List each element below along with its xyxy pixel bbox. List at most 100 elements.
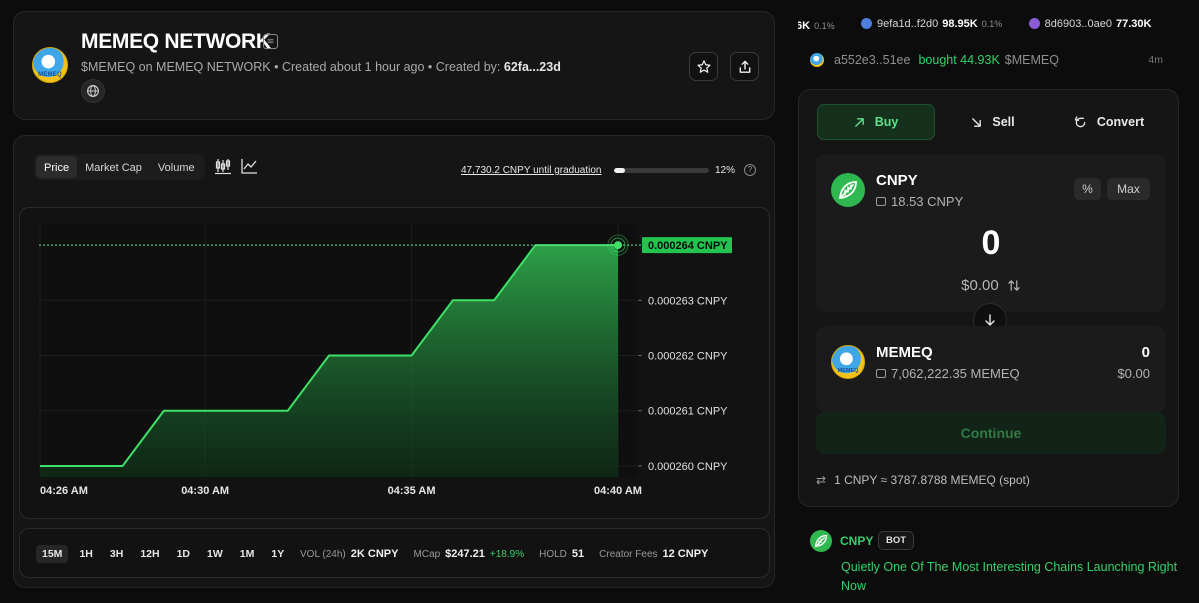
token-stats: VOL (24h) 2K CNPY MCap $247.21 +18.9% HO…	[300, 548, 723, 560]
cnpy-leaf-icon	[838, 181, 857, 200]
graduation-percent: 12%	[715, 165, 736, 176]
y-tick-label: 0.000262 CNPY	[648, 351, 728, 363]
ticker-item[interactable]: 9efa1d..f2d0 98.95K 0.1%	[861, 18, 1002, 30]
current-price-label: 0.000264 CNPY	[648, 240, 728, 252]
created-text: • Created about 1 hour ago • Created by:	[274, 60, 501, 74]
token-avatar-icon	[810, 53, 824, 67]
pay-token-symbol: CNPY	[876, 172, 918, 189]
timeframe-1d[interactable]: 1D	[171, 545, 196, 563]
help-icon[interactable]: ?	[744, 164, 756, 176]
swap-units-icon[interactable]	[1007, 279, 1021, 292]
receive-amount: 0	[1141, 344, 1150, 361]
token-logo: MEMEQ	[32, 47, 68, 83]
candlestick-chart-button[interactable]	[214, 157, 234, 177]
mcap-label: MCap	[413, 549, 441, 560]
price-chart-svg[interactable]: 0.000263 CNPY 0.000262 CNPY 0.000261 CNPY 0…	[20, 208, 771, 520]
line-chart-icon	[241, 159, 257, 174]
bot-badge: BOT	[878, 531, 915, 550]
feed-author: CNPY	[840, 534, 874, 548]
memeq-logo: MEMEQ	[831, 345, 865, 379]
receive-token-symbol: MEMEQ	[876, 344, 933, 361]
current-price-dot	[614, 241, 622, 250]
cnpy-leaf-icon	[814, 534, 828, 548]
chart-metric-tabs: Price Market Cap Volume	[34, 154, 205, 180]
creator-fees-label: Creator Fees	[599, 549, 658, 560]
timeframe-selector: 15M 1H 3H 12H 1D 1W 1M 1Y	[36, 545, 295, 563]
graduation-progress-bar	[614, 168, 709, 173]
pay-input-box: CNPY 18.53 CNPY % Max 0 $0.00	[816, 154, 1166, 312]
trade-time: 4m	[1148, 54, 1163, 66]
price-chart[interactable]: 0.000263 CNPY 0.000262 CNPY 0.000261 CNPY 0…	[19, 207, 770, 519]
tab-buy[interactable]: Buy	[817, 104, 935, 140]
chart-card: Price Market Cap Volume 47,730.2 CNPY un…	[13, 135, 775, 588]
mcap-change: +18.9%	[489, 549, 525, 560]
volume-label: VOL (24h)	[300, 549, 346, 560]
tab-volume[interactable]: Volume	[150, 156, 203, 178]
exchange-icon: ⇄	[816, 473, 827, 487]
timeframe-15m[interactable]: 15M	[36, 545, 69, 563]
tab-convert[interactable]: Convert	[1051, 104, 1167, 140]
receive-token-balance: 7,062,222.35 MEMEQ	[876, 366, 1020, 381]
y-tick-label: 0.000260 CNPY	[648, 461, 728, 473]
x-tick-label: 04:35 AM	[388, 485, 436, 497]
trader-address: a552e3..51ee	[834, 53, 911, 67]
holders-label: HOLD	[539, 549, 567, 560]
timeframe-1h[interactable]: 1H	[73, 545, 98, 563]
wallet-avatar-icon	[1028, 18, 1040, 29]
feed-text: Quietly One Of The Most Interesting Chai…	[841, 560, 1178, 593]
page-title: MEMEQ NETWORK	[81, 30, 271, 53]
cnpy-logo	[831, 173, 865, 207]
wallet-avatar-icon	[861, 18, 873, 29]
y-tick-label: 0.000263 CNPY	[648, 295, 728, 307]
verified-badge-icon: ≋	[263, 34, 278, 49]
timeframe-1m[interactable]: 1M	[234, 545, 261, 563]
swap-tabs: Buy Sell Convert	[817, 104, 1167, 140]
tab-sell[interactable]: Sell	[935, 104, 1051, 140]
website-button[interactable]	[81, 79, 105, 103]
share-icon	[739, 60, 750, 73]
pay-token-balance: 18.53 CNPY	[876, 194, 963, 209]
network-text: on MEMEQ NETWORK	[138, 60, 271, 74]
share-button[interactable]	[730, 52, 759, 81]
percent-button[interactable]: %	[1074, 178, 1101, 200]
x-tick-label: 04:30 AM	[181, 485, 229, 497]
x-tick-label: 04:40 AM	[594, 485, 642, 497]
ticker-item[interactable]: 6K 0.1%	[798, 20, 835, 30]
x-tick-label: 04:26 AM	[40, 485, 88, 497]
ticker-symbol: $MEMEQ	[81, 60, 136, 74]
graduation-text[interactable]: 47,730.2 CNPY until graduation	[461, 165, 601, 176]
ticker-item[interactable]: 8d6903..0ae0 77.30K	[1028, 18, 1156, 30]
holders-value: 51	[571, 548, 585, 560]
favorite-button[interactable]	[689, 52, 718, 81]
amount-usd[interactable]: $0.00	[816, 277, 1166, 294]
timeframe-3h[interactable]: 3H	[104, 545, 129, 563]
recent-trade[interactable]: a552e3..51ee bought 44.93K $MEMEQ 4m	[810, 53, 1163, 67]
arrow-down-icon	[985, 314, 995, 326]
globe-icon	[87, 85, 99, 97]
max-button[interactable]: Max	[1107, 178, 1150, 200]
refresh-icon	[1074, 115, 1086, 127]
trade-ticker: 6K 0.1% 9efa1d..f2d0 98.95K 0.1% 8d6903.…	[798, 16, 1199, 31]
timeframe-1y[interactable]: 1Y	[265, 545, 290, 563]
arrow-down-right-icon	[972, 117, 982, 127]
creator-link[interactable]: 62fa...23d	[504, 60, 561, 74]
trade-token: $MEMEQ	[1004, 53, 1059, 67]
tab-market-cap[interactable]: Market Cap	[77, 156, 150, 178]
timeframe-1w[interactable]: 1W	[201, 545, 229, 563]
exchange-rate: ⇄ 1 CNPY ≈ 3787.8788 MEMEQ (spot)	[816, 473, 1030, 487]
continue-button[interactable]: Continue	[816, 412, 1166, 454]
volume-value: 2K CNPY	[350, 548, 399, 560]
timeframe-12h[interactable]: 12H	[134, 545, 165, 563]
candlestick-icon	[215, 159, 231, 175]
mcap-value: $247.21	[445, 548, 485, 560]
cnpy-logo	[810, 530, 832, 552]
graduation-progress-fill	[614, 168, 626, 173]
token-subline: $MEMEQ on MEMEQ NETWORK • Created about …	[81, 60, 561, 74]
creator-fees-value: 12 CNPY	[662, 548, 709, 560]
swap-panel: Buy Sell Convert CNPY 18.53 CNPY % Max 0…	[798, 89, 1179, 507]
arrow-up-right-icon	[854, 117, 864, 127]
line-chart-button[interactable]	[240, 157, 260, 177]
trade-action: bought 44.93K	[918, 53, 1000, 67]
tab-price[interactable]: Price	[36, 156, 78, 178]
amount-input[interactable]: 0	[816, 224, 1166, 263]
